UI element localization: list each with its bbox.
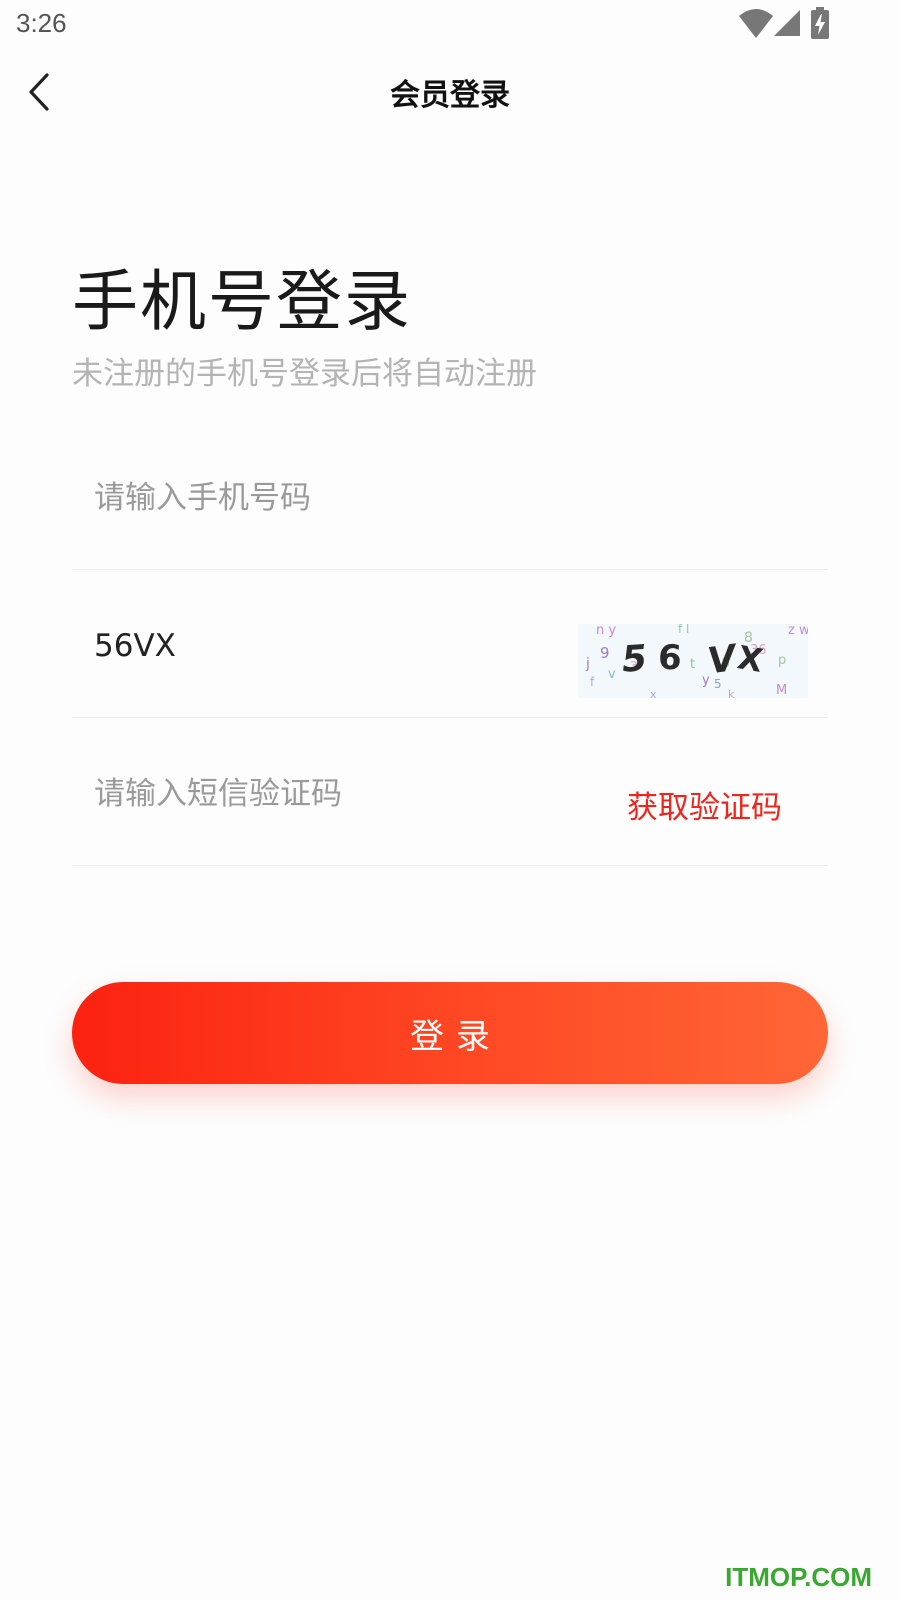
- svg-text:y: y: [702, 673, 710, 688]
- captcha-graphic: n y f l 8 z w 9 j f v 3 t y g 5 36 p M k…: [578, 624, 808, 698]
- captcha-input[interactable]: [94, 624, 574, 668]
- svg-text:n y: n y: [596, 624, 616, 638]
- captcha-row: n y f l 8 z w 9 j f v 3 t y g 5 36 p M k…: [72, 570, 828, 718]
- svg-text:6: 6: [657, 637, 683, 678]
- phone-input[interactable]: [94, 476, 574, 520]
- svg-text:f l: f l: [678, 624, 689, 636]
- cellular-signal-icon: [774, 10, 800, 36]
- battery-charging-icon: [811, 7, 829, 39]
- svg-text:p: p: [778, 653, 786, 668]
- login-page: 3:26 会员登录 手机号登录 未注册的手机号登录后将自动注册 请输入手机号码 …: [0, 0, 900, 1600]
- svg-text:k: k: [728, 688, 735, 698]
- svg-text:z w: z w: [788, 624, 808, 638]
- wifi-icon: [739, 9, 773, 38]
- svg-text:M: M: [776, 683, 787, 698]
- sms-code-input[interactable]: [94, 772, 574, 816]
- svg-text:v: v: [608, 667, 616, 682]
- svg-text:t: t: [690, 657, 695, 672]
- status-bar: 3:26: [0, 0, 900, 50]
- svg-text:j: j: [585, 656, 590, 672]
- login-button[interactable]: 登录: [72, 982, 828, 1084]
- phone-row: [72, 422, 828, 570]
- svg-text:5: 5: [621, 638, 649, 681]
- svg-text:9: 9: [600, 644, 610, 662]
- login-heading: 手机号登录: [72, 263, 412, 340]
- svg-text:x: x: [650, 688, 657, 698]
- page-title: 会员登录: [390, 78, 510, 113]
- get-sms-code-button[interactable]: 获取验证码: [627, 782, 782, 827]
- nav-header: 会员登录: [0, 50, 900, 130]
- status-time: 3:26: [16, 8, 67, 38]
- captcha-image[interactable]: n y f l 8 z w 9 j f v 3 t y g 5 36 p M k…: [578, 624, 808, 698]
- sms-code-row: 获取验证码: [72, 718, 828, 866]
- watermark: ITMOP.COM: [725, 1562, 872, 1592]
- login-subtitle: 未注册的手机号登录后将自动注册: [72, 356, 537, 392]
